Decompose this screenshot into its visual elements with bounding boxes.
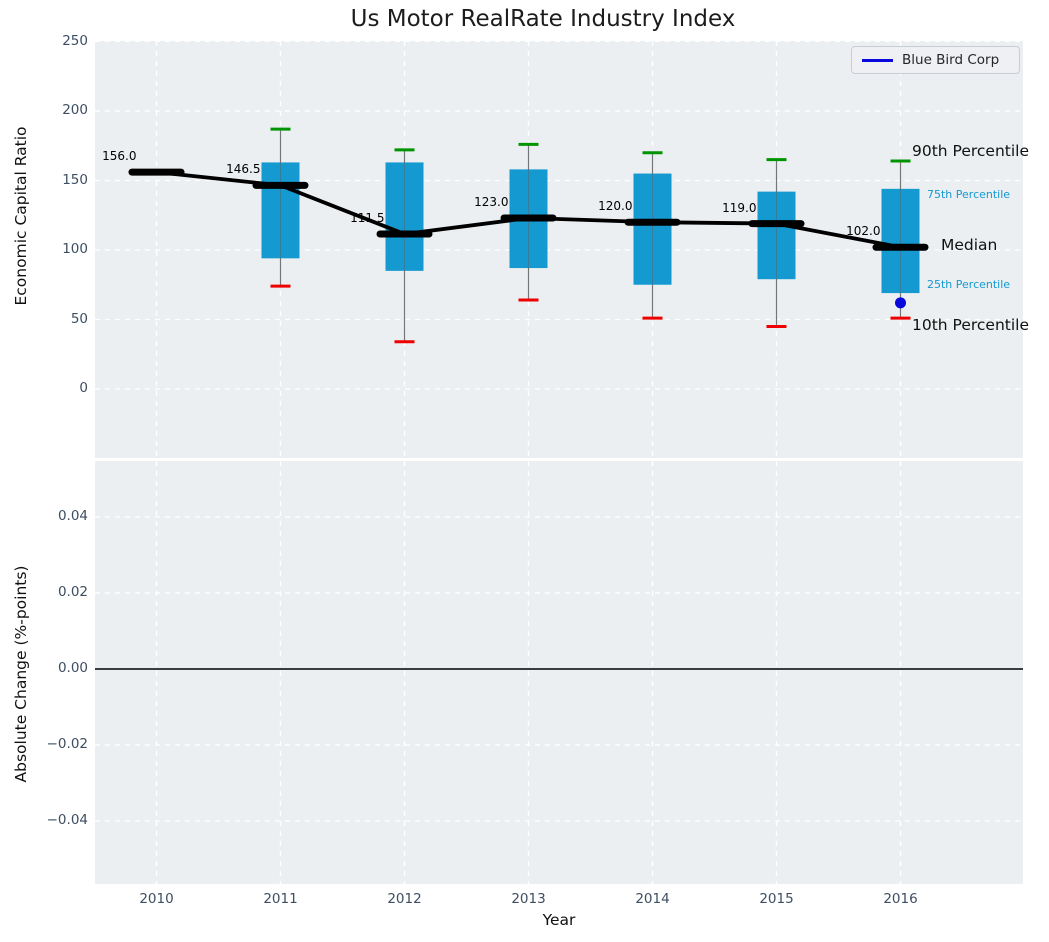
y-tick-top-200: 200 xyxy=(62,102,88,118)
y-tick-top-150: 150 xyxy=(62,171,88,188)
annotation-median: Median xyxy=(941,236,998,254)
median-value-label-2014: 120.0 xyxy=(598,199,633,214)
median-value-label-2015: 119.0 xyxy=(722,200,757,215)
y-tick-top-0: 0 xyxy=(79,380,88,396)
legend-line-icon xyxy=(862,58,893,62)
x-tick-2012: 2012 xyxy=(387,891,422,907)
median-marker-2013 xyxy=(500,214,557,222)
median-marker-2015 xyxy=(748,220,805,228)
y-tick-bottom-0.04: 0.04 xyxy=(57,508,88,524)
median-value-label-2013: 123.0 xyxy=(474,195,509,210)
x-tick-2010: 2010 xyxy=(139,891,174,907)
y-tick-bottom-0.02: 0.02 xyxy=(57,584,88,600)
plot-canvas xyxy=(95,40,1023,884)
median-marker-2012 xyxy=(376,230,433,238)
median-marker-2016 xyxy=(872,243,929,251)
y-tick-top-50: 50 xyxy=(70,310,88,327)
x-tick-2014: 2014 xyxy=(635,891,670,907)
x-tick-2016: 2016 xyxy=(883,891,918,907)
median-value-label-2010: 156.0 xyxy=(102,149,137,164)
median-marker-2014 xyxy=(624,218,681,226)
annotation-90th-percentile: 90th Percentile xyxy=(912,142,1030,160)
y-tick-bottom-−0.04: −0.04 xyxy=(46,812,88,828)
median-value-label-2011: 146.5 xyxy=(226,162,261,177)
x-tick-2013: 2013 xyxy=(511,891,546,907)
annotation-75th-percentile: 75th Percentile xyxy=(927,188,1011,201)
median-value-label-2012: 111.5 xyxy=(350,211,385,225)
top-y-axis-label: Economic Capital Ratio xyxy=(12,126,30,306)
median-marker-2011 xyxy=(252,181,309,189)
y-tick-top-250: 250 xyxy=(62,32,88,49)
x-tick-2015: 2015 xyxy=(759,891,794,907)
median-marker-2010 xyxy=(128,168,185,176)
company-point xyxy=(895,297,906,309)
figure: Us Motor RealRate Industry Index Economi… xyxy=(0,0,1049,942)
annotation-10th-percentile: 10th Percentile xyxy=(912,316,1030,334)
y-tick-bottom-−0.02: −0.02 xyxy=(46,736,88,752)
x-axis-label: Year xyxy=(542,911,576,929)
y-tick-top-100: 100 xyxy=(62,241,88,257)
median-value-label-2016: 102.0 xyxy=(846,224,881,239)
chart-title: Us Motor RealRate Industry Index xyxy=(350,6,736,32)
y-tick-bottom-0.00: 0.00 xyxy=(57,660,88,676)
annotation-25th-percentile: 25th Percentile xyxy=(927,278,1011,291)
legend: Blue Bird Corp xyxy=(851,46,1020,74)
x-tick-2011: 2011 xyxy=(263,891,298,907)
legend-label: Blue Bird Corp xyxy=(902,52,1000,68)
